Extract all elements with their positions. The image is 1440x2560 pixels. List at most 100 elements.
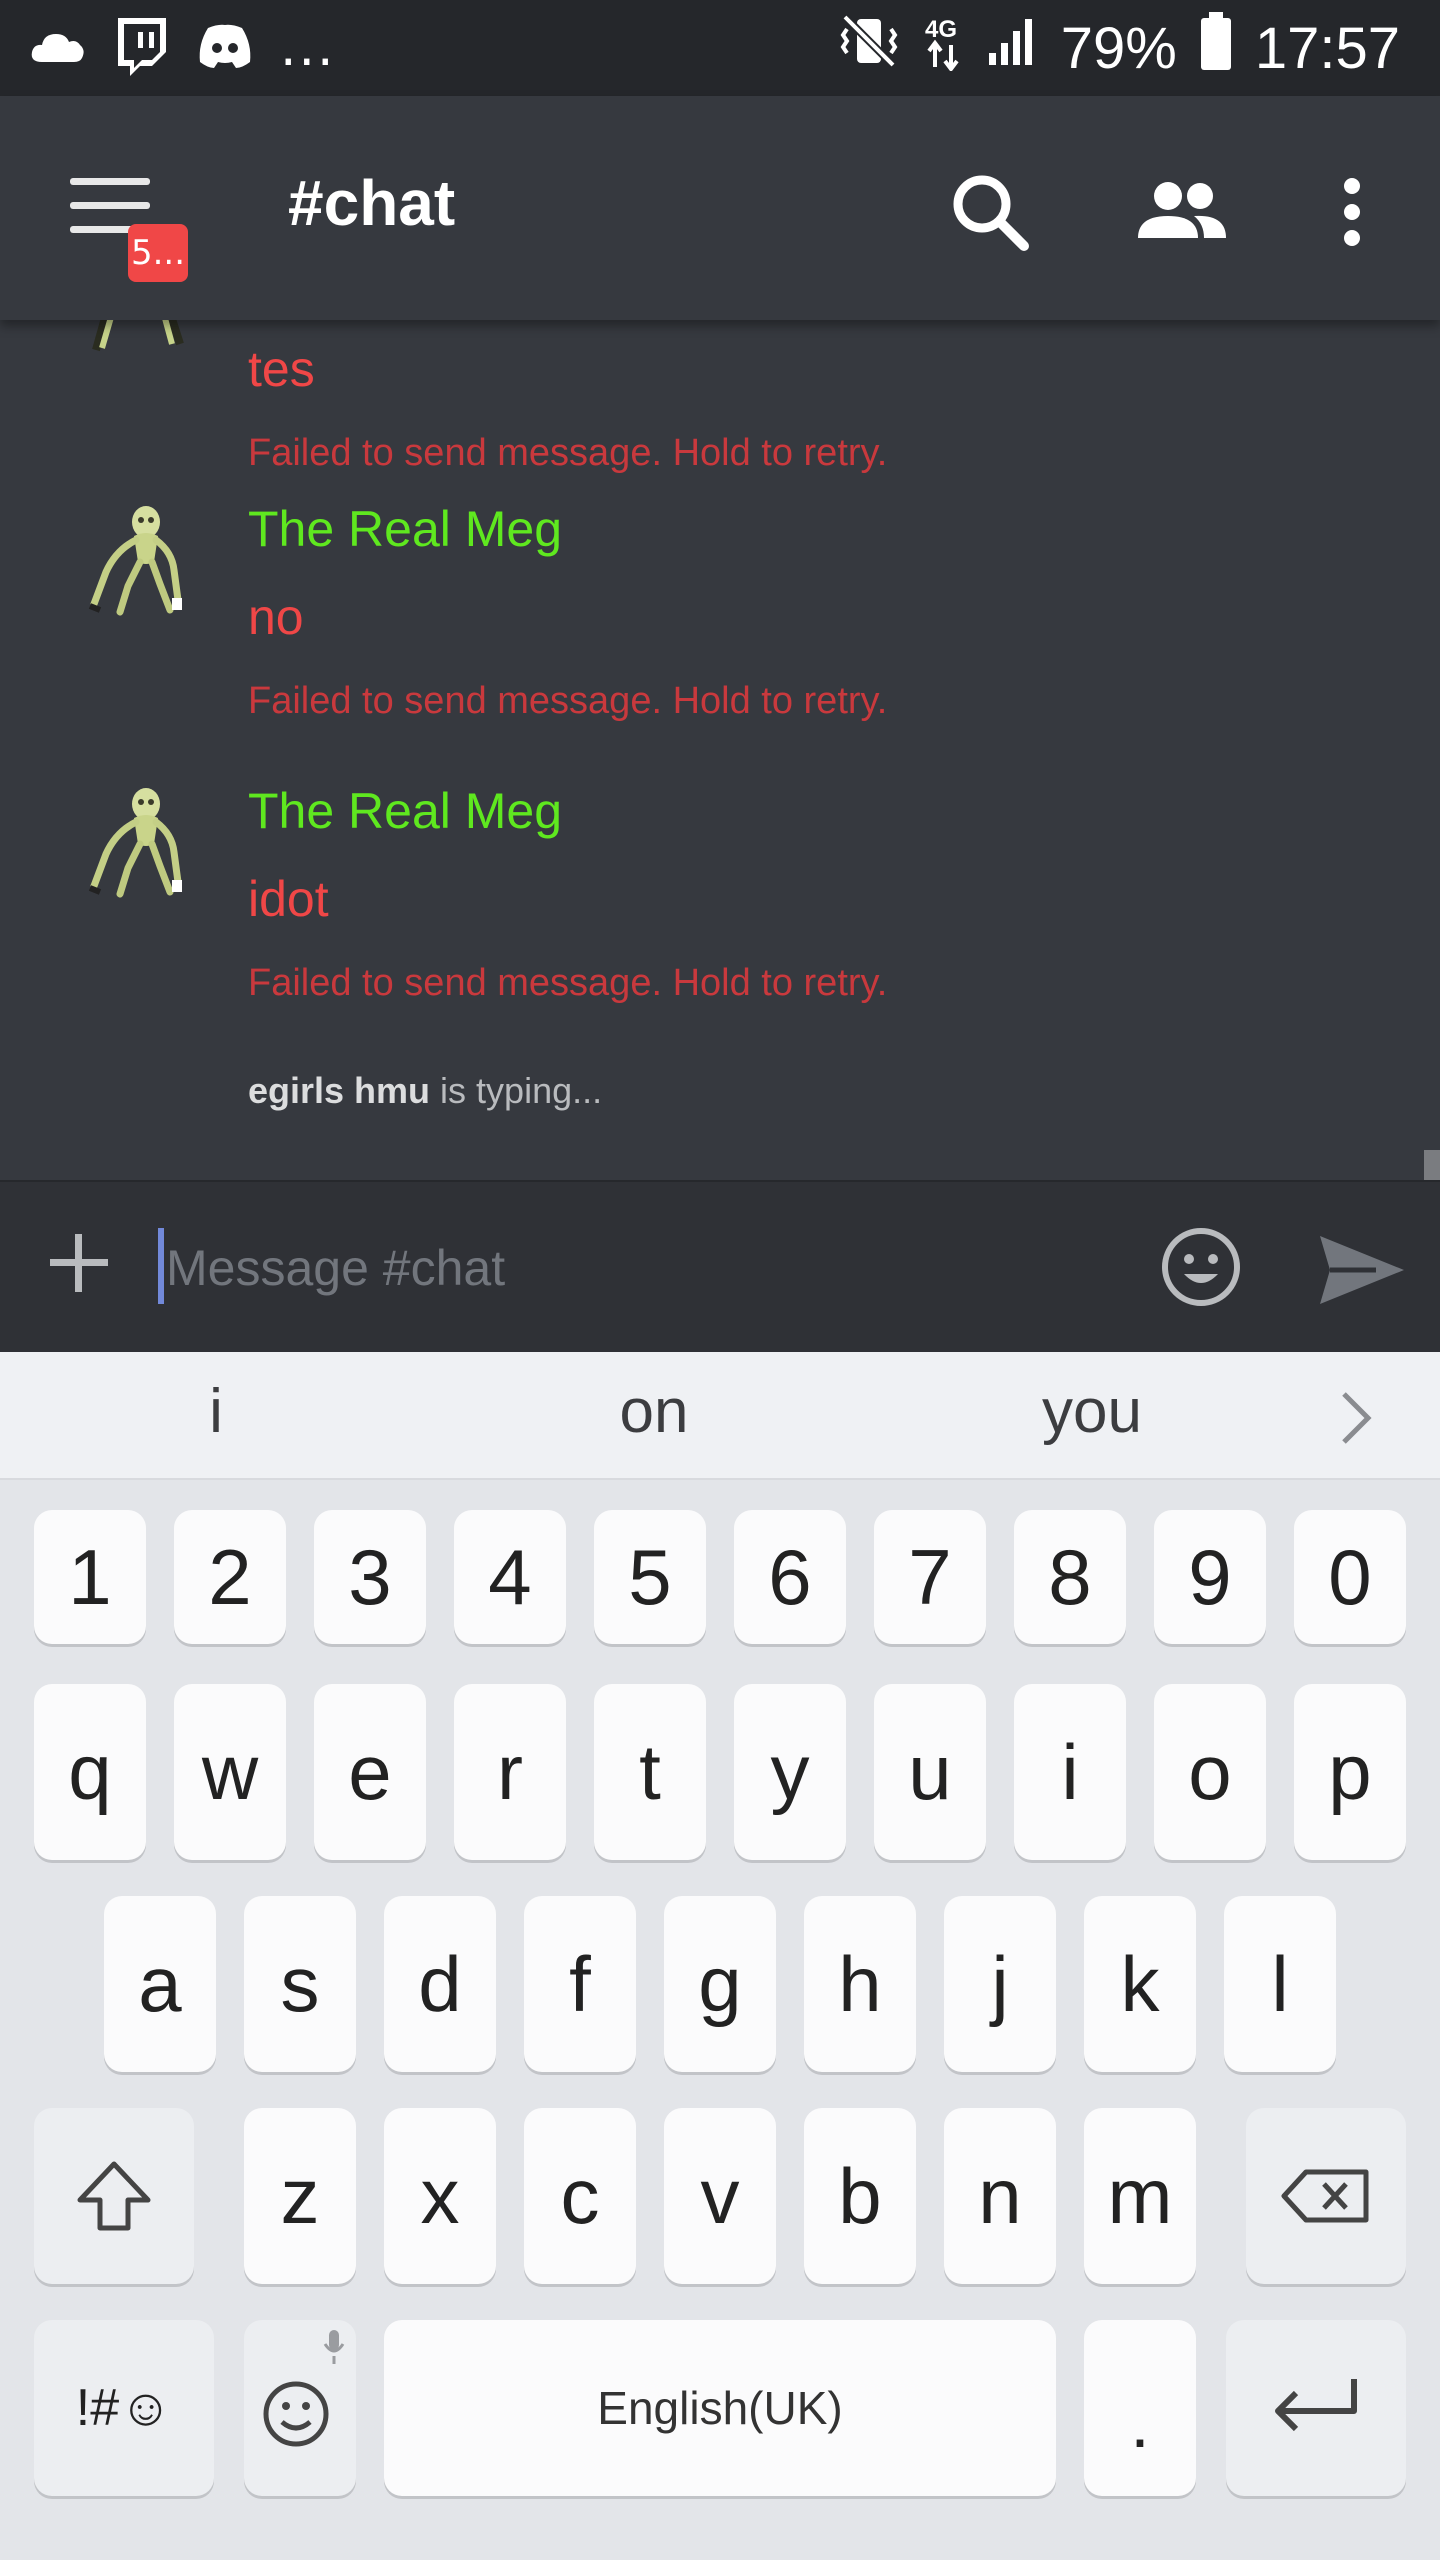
key-3[interactable]: 3 <box>314 1510 426 1644</box>
key-label: English(UK) <box>597 2382 843 2434</box>
key-5[interactable]: 5 <box>594 1510 706 1644</box>
key-v[interactable]: v <box>664 2108 776 2284</box>
text-caret <box>158 1228 164 1304</box>
key-label: !#☺ <box>75 2379 173 2437</box>
key-t[interactable]: t <box>594 1684 706 1860</box>
backspace-key[interactable] <box>1246 2108 1406 2284</box>
key-q[interactable]: q <box>34 1684 146 1860</box>
key-label: v <box>700 2151 740 2240</box>
battery-icon <box>1199 10 1233 86</box>
battery-percent: 79% <box>1060 15 1177 81</box>
key-d[interactable]: d <box>384 1896 496 2072</box>
avatar <box>92 320 184 352</box>
key-e[interactable]: e <box>314 1684 426 1860</box>
add-attachment-button[interactable] <box>46 1230 112 1296</box>
key-u[interactable]: u <box>874 1684 986 1860</box>
key-label: y <box>770 1727 810 1816</box>
key-label: l <box>1271 1939 1289 2028</box>
key-g[interactable]: g <box>664 1896 776 2072</box>
emoji-button[interactable] <box>1160 1226 1242 1308</box>
typing-suffix: is typing... <box>430 1070 603 1111</box>
svg-text:4G: 4G <box>925 16 957 43</box>
scrollbar-thumb[interactable] <box>1424 1150 1440 1180</box>
key-k[interactable]: k <box>1084 1896 1196 2072</box>
key-label: r <box>497 1727 523 1816</box>
message-text: tes <box>248 341 315 397</box>
key-z[interactable]: z <box>244 2108 356 2284</box>
key-label: g <box>698 1939 742 2028</box>
key-w[interactable]: w <box>174 1684 286 1860</box>
avatar <box>88 506 182 616</box>
key-x[interactable]: x <box>384 2108 496 2284</box>
key-o[interactable]: o <box>1154 1684 1266 1860</box>
message-error[interactable]: Failed to send message. Hold to retry. <box>248 680 887 723</box>
suggestion[interactable]: you <box>942 1376 1242 1447</box>
key-8[interactable]: 8 <box>1014 1510 1126 1644</box>
enter-icon <box>1275 2379 1357 2432</box>
key-label: 7 <box>908 1532 952 1621</box>
key-label: 8 <box>1048 1532 1092 1621</box>
key-f[interactable]: f <box>524 1896 636 2072</box>
message-text: idot <box>248 871 329 927</box>
members-icon <box>1138 182 1226 238</box>
message-author[interactable]: The Real Meg <box>248 500 562 558</box>
key-1[interactable]: 1 <box>34 1510 146 1644</box>
key-c[interactable]: c <box>524 2108 636 2284</box>
message-error[interactable]: Failed to send message. Hold to retry. <box>248 432 887 475</box>
app-bar: 5... #chat <box>0 96 1440 320</box>
key-m[interactable]: m <box>1084 2108 1196 2284</box>
message-list[interactable]: tes Failed to send message. Hold to retr… <box>0 320 1440 1180</box>
key-i[interactable]: i <box>1014 1684 1126 1860</box>
key-p[interactable]: p <box>1294 1684 1406 1860</box>
key-label: 2 <box>208 1532 252 1621</box>
suggestion-bar: i on you <box>0 1352 1440 1480</box>
key-7[interactable]: 7 <box>874 1510 986 1644</box>
send-button[interactable] <box>1316 1232 1408 1308</box>
key-y[interactable]: y <box>734 1684 846 1860</box>
key-2[interactable]: 2 <box>174 1510 286 1644</box>
more-options-button[interactable] <box>1304 164 1400 260</box>
key-r[interactable]: r <box>454 1684 566 1860</box>
emoji-key[interactable] <box>244 2320 356 2496</box>
backspace-icon <box>1281 2169 1369 2223</box>
shift-key[interactable] <box>34 2108 194 2284</box>
key-label: n <box>978 2151 1022 2240</box>
key-label: d <box>418 1939 462 2028</box>
key-label: b <box>838 2151 882 2240</box>
key-a[interactable]: a <box>104 1896 216 2072</box>
message-error[interactable]: Failed to send message. Hold to retry. <box>248 962 887 1005</box>
key-label: p <box>1328 1727 1372 1816</box>
key-9[interactable]: 9 <box>1154 1510 1266 1644</box>
key-l[interactable]: l <box>1224 1896 1336 2072</box>
key-label: s <box>280 1939 320 2028</box>
message-input[interactable] <box>158 1224 1098 1312</box>
twitch-icon <box>112 16 170 80</box>
message-composer <box>0 1180 1440 1352</box>
key-n[interactable]: n <box>944 2108 1056 2284</box>
shift-icon <box>77 2161 151 2231</box>
key-h[interactable]: h <box>804 1896 916 2072</box>
enter-key[interactable] <box>1226 2320 1406 2496</box>
4g-icon: 4G <box>921 11 965 85</box>
menu-icon-bar <box>70 202 150 209</box>
symbols-key[interactable]: !#☺ <box>34 2320 214 2496</box>
chevron-right-icon[interactable] <box>1330 1388 1380 1448</box>
key-b[interactable]: b <box>804 2108 916 2284</box>
suggestion[interactable]: on <box>504 1376 804 1447</box>
space-key[interactable]: English(UK) <box>384 2320 1056 2496</box>
clock: 17:57 <box>1254 15 1400 81</box>
suggestion[interactable]: i <box>66 1376 366 1447</box>
members-button[interactable] <box>1134 164 1230 260</box>
key-j[interactable]: j <box>944 1896 1056 2072</box>
key-6[interactable]: 6 <box>734 1510 846 1644</box>
status-overflow: ... <box>280 18 336 78</box>
discord-icon <box>196 22 254 74</box>
key-4[interactable]: 4 <box>454 1510 566 1644</box>
emoji-icon <box>263 2381 329 2447</box>
key-0[interactable]: 0 <box>1294 1510 1406 1644</box>
key-label: 6 <box>768 1532 812 1621</box>
message-author[interactable]: The Real Meg <box>248 782 562 840</box>
search-button[interactable] <box>942 164 1038 260</box>
period-key[interactable]: . <box>1084 2320 1196 2496</box>
key-s[interactable]: s <box>244 1896 356 2072</box>
